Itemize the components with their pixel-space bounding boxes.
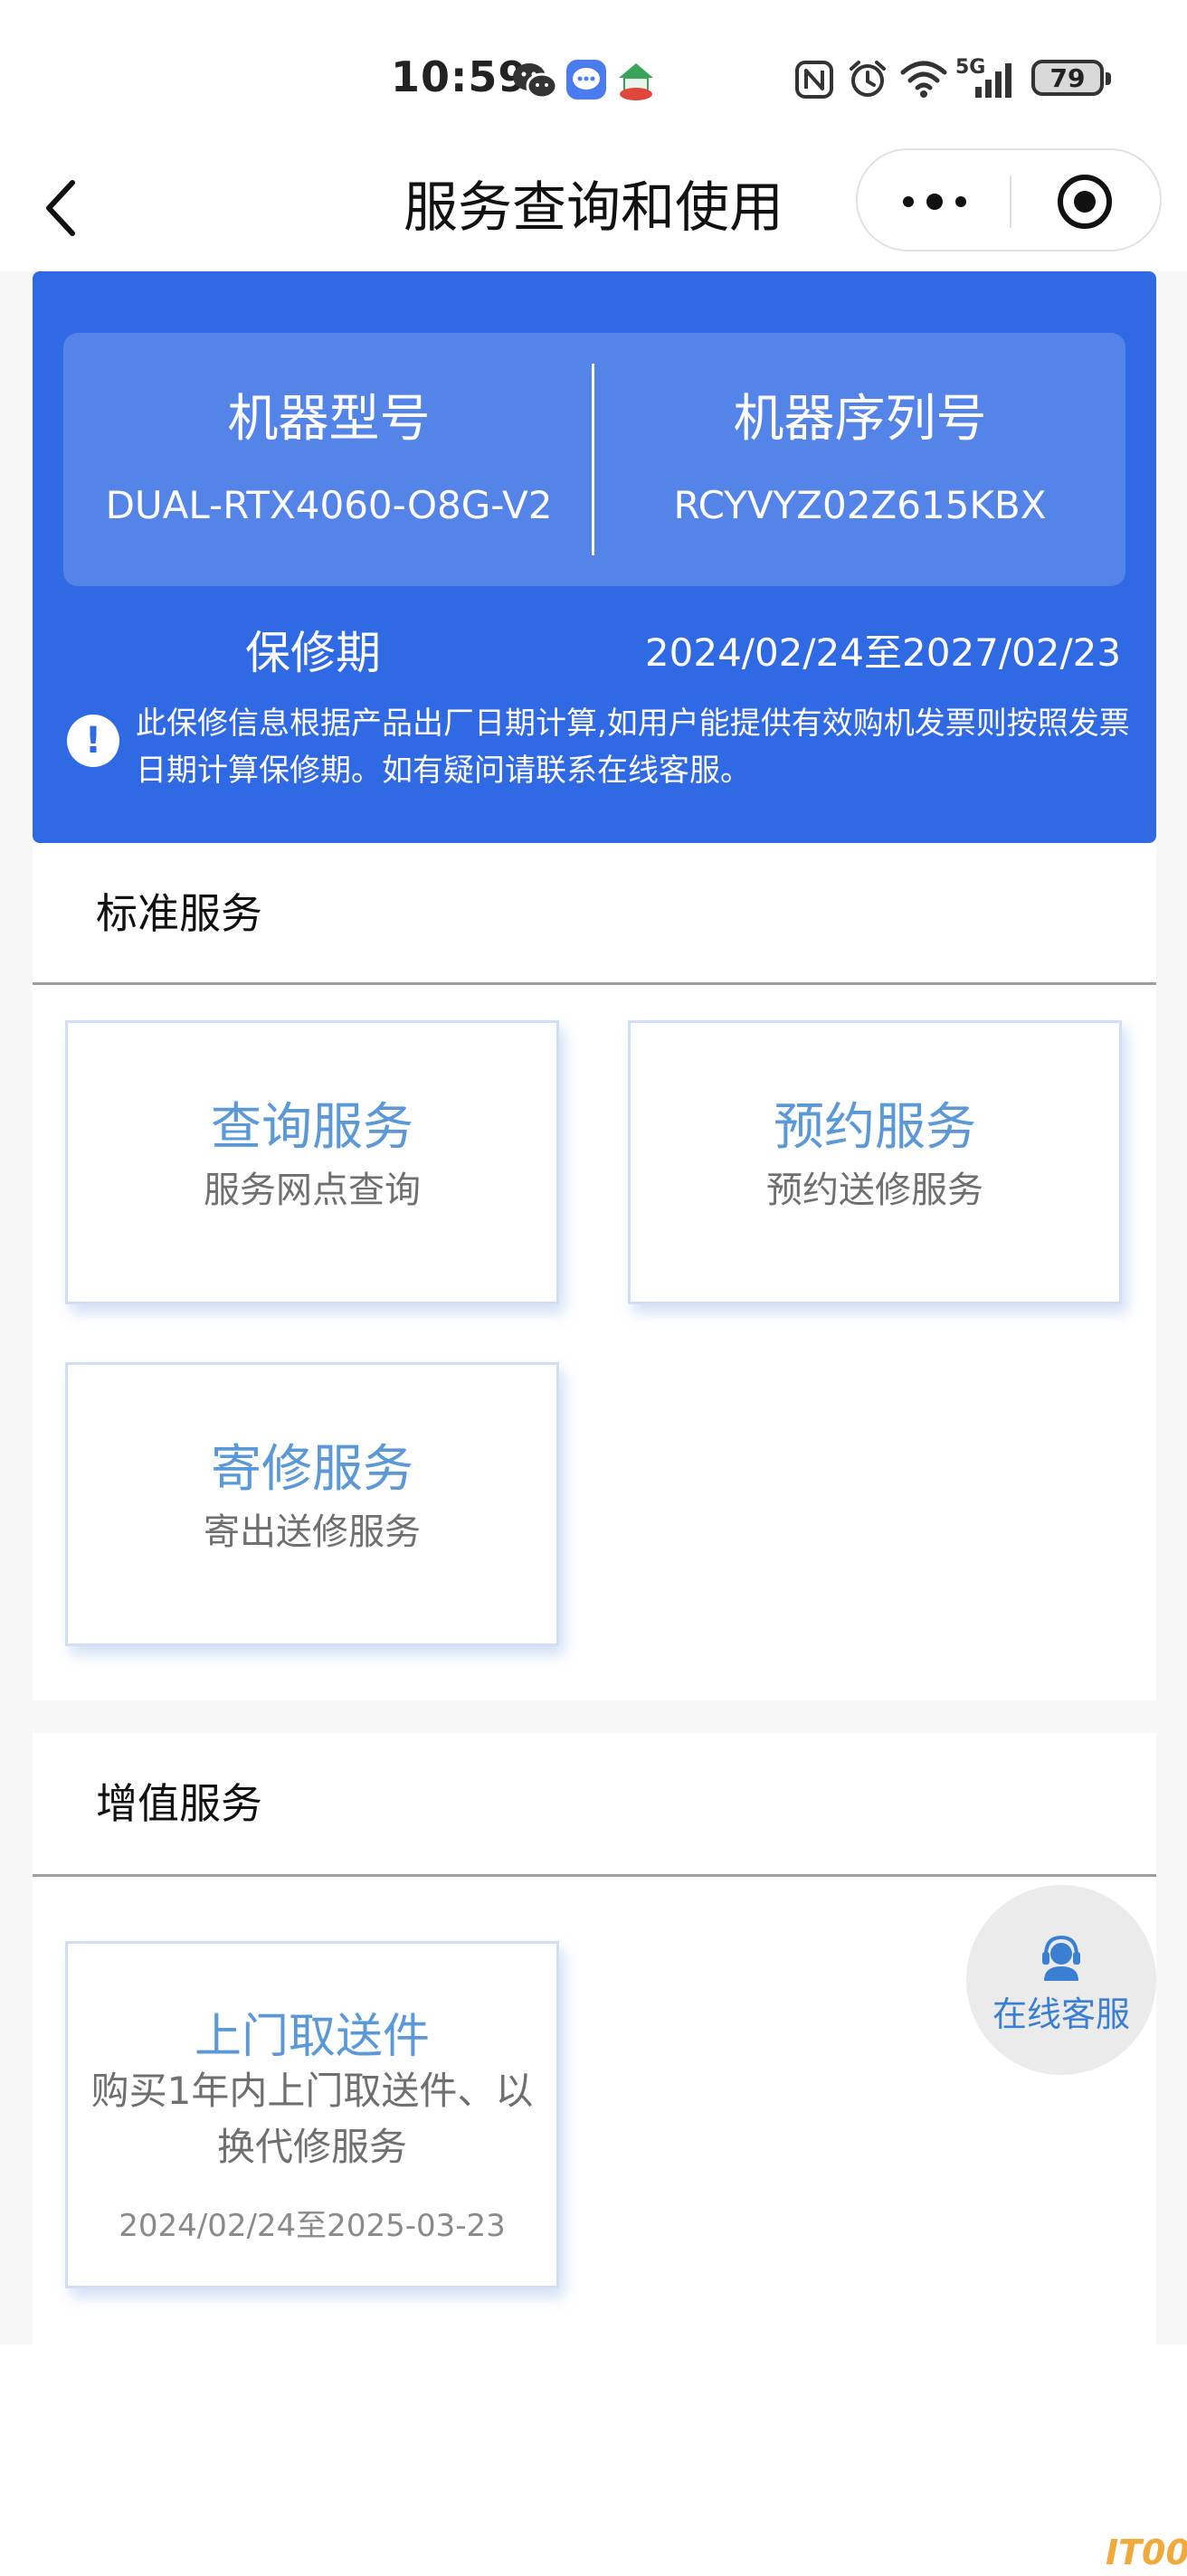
standard-services-section: 标准服务 查询服务 服务网点查询 预约服务 预约送修服务 寄修服务 寄出送修服务 xyxy=(33,843,1156,1700)
battery-indicator: 79 xyxy=(1031,60,1111,96)
tile-subtitle: 寄出送修服务 xyxy=(204,1511,421,1553)
mail-in-repair-tile[interactable]: 寄修服务 寄出送修服务 xyxy=(65,1362,559,1646)
serial-value: RCYVYZ02Z615KBX xyxy=(673,483,1047,527)
tile-date-range: 2024/02/24至2025-03-23 xyxy=(119,2208,506,2244)
customer-service-headset-icon xyxy=(1042,1935,1080,1981)
tile-subtitle: 服务网点查询 xyxy=(204,1170,421,1211)
online-customer-service-label: 在线客服 xyxy=(992,1994,1130,2034)
model-value: DUAL-RTX4060-O8G-V2 xyxy=(105,483,553,527)
tile-title: 寄修服务 xyxy=(211,1440,413,1499)
capsule-divider xyxy=(1010,175,1011,228)
status-time: 10:59 xyxy=(391,52,528,101)
nfc-icon xyxy=(795,61,833,99)
navigation-bar: 服务查询和使用 xyxy=(0,145,1187,271)
online-customer-service-button[interactable]: 在线客服 xyxy=(966,1885,1156,2075)
serial-label: 机器序列号 xyxy=(733,390,987,449)
warranty-period-value: 2024/02/24至2027/02/23 xyxy=(644,630,1122,675)
site-watermark: IT007 xyxy=(1106,2533,1187,2572)
tile-title: 预约服务 xyxy=(774,1098,976,1157)
wechat-icon xyxy=(513,63,557,99)
warranty-card: 机器型号 DUAL-RTX4060-O8G-V2 机器序列号 RCYVYZ02Z… xyxy=(33,271,1156,843)
tile-title: 查询服务 xyxy=(211,1098,413,1157)
tile-title: 上门取送件 xyxy=(194,2010,430,2064)
close-mini-program-icon[interactable] xyxy=(1055,172,1115,232)
model-label: 机器型号 xyxy=(227,390,431,449)
appointment-service-tile[interactable]: 预约服务 预约送修服务 xyxy=(628,1020,1122,1304)
warranty-period-label: 保修期 xyxy=(245,627,381,679)
query-service-tile[interactable]: 查询服务 服务网点查询 xyxy=(65,1020,559,1304)
mini-program-capsule xyxy=(856,148,1162,251)
tile-description: 购买1年内上门取送件、以换代修服务 xyxy=(90,2069,534,2169)
cellular-signal-icon xyxy=(975,63,1011,98)
pickup-delivery-tile[interactable]: 上门取送件 购买1年内上门取送件、以换代修服务 2024/02/24至2025-… xyxy=(65,1941,559,2288)
serial-column: 机器序列号 RCYVYZ02Z615KBX xyxy=(594,333,1125,586)
model-column: 机器型号 DUAL-RTX4060-O8G-V2 xyxy=(63,333,594,586)
alarm-icon xyxy=(850,61,886,97)
device-info-box: 机器型号 DUAL-RTX4060-O8G-V2 机器序列号 RCYVYZ02Z… xyxy=(63,333,1125,586)
value-added-services-title: 增值服务 xyxy=(96,1779,262,1828)
wifi-icon xyxy=(900,61,947,98)
app-notification-icon xyxy=(619,63,653,100)
section-divider xyxy=(33,982,1156,985)
message-icon xyxy=(566,60,606,99)
status-bar: 10:59 5G 79 xyxy=(0,0,1187,145)
more-options-icon[interactable] xyxy=(894,179,975,224)
tile-subtitle: 预约送修服务 xyxy=(766,1170,983,1211)
info-exclamation-icon: ! xyxy=(67,715,119,767)
warranty-notice: 此保修信息根据产品出厂日期计算,如用户能提供有效购机发票则按照发票日期计算保修期… xyxy=(136,706,1130,789)
standard-services-title: 标准服务 xyxy=(96,889,262,938)
section-divider xyxy=(33,1874,1156,1877)
